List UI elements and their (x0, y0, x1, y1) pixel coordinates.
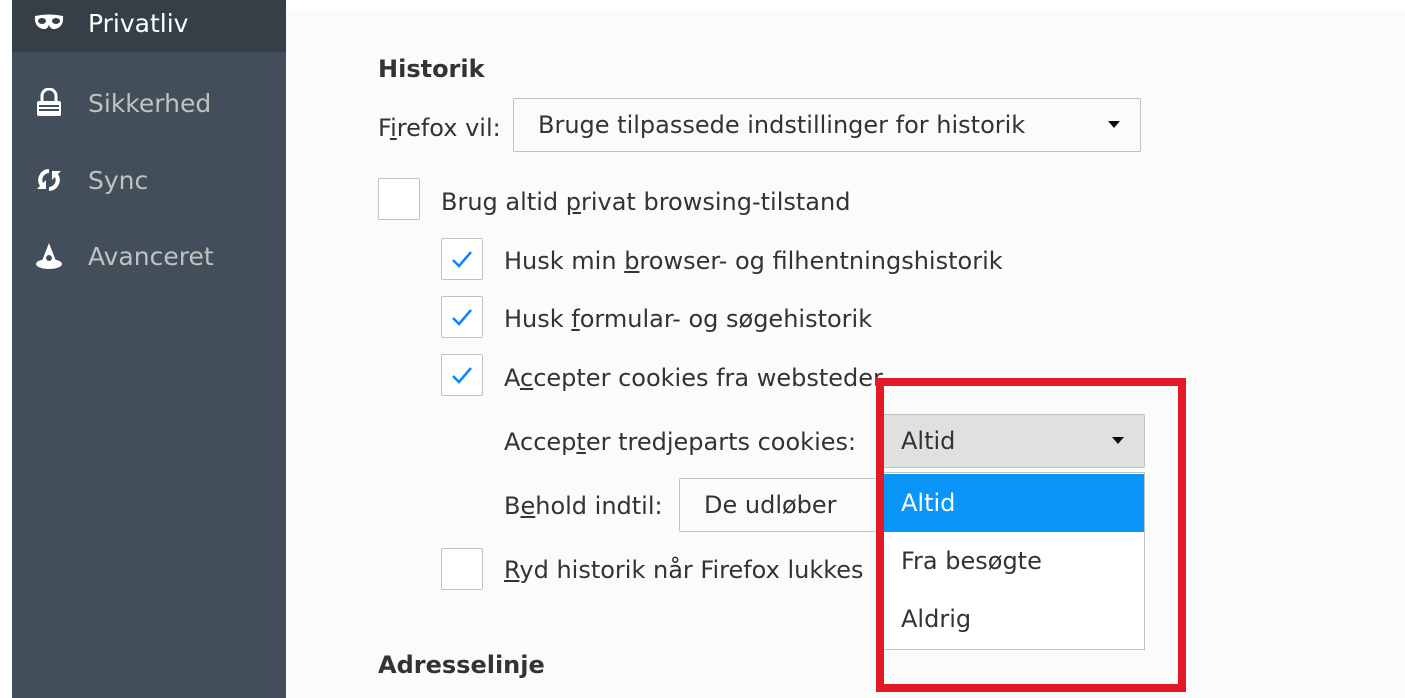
sidebar-item-label: Avanceret (88, 241, 214, 271)
sidebar-item-label: Privatliv (88, 8, 189, 38)
sidebar-item-privatliv[interactable]: Privatliv (12, 0, 286, 52)
browser-history-label: Husk min browser- og filhentningshistori… (504, 247, 1003, 275)
address-bar-heading: Adresselinje (378, 651, 545, 679)
third-party-cookies-select[interactable]: Altid (883, 414, 1145, 468)
clear-on-close-label: Ryd historik når Firefox lukkes (504, 556, 864, 584)
clear-on-close-checkbox[interactable] (441, 548, 483, 590)
keep-until-label: Behold indtil: (504, 492, 663, 520)
history-mode-select[interactable]: Bruge tilpassede indstillinger for histo… (513, 98, 1141, 152)
sidebar: Privatliv Sikkerhed Sync Avanceret (12, 0, 286, 698)
sidebar-item-sync[interactable]: Sync (12, 151, 286, 209)
wizard-hat-icon (32, 239, 66, 273)
dropdown-option-aldrig[interactable]: Aldrig (884, 590, 1144, 648)
third-party-cookies-label: Accepter tredjeparts cookies: (504, 428, 857, 456)
mask-icon (32, 6, 66, 40)
dropdown-option-altid[interactable]: Altid (884, 474, 1144, 532)
checkmark-icon (452, 251, 472, 268)
dropdown-option-fra-besogte[interactable]: Fra besøgte (884, 532, 1144, 590)
firefox-will-label: Firefox vil: (378, 114, 501, 142)
sidebar-item-label: Sikkerhed (88, 88, 212, 118)
private-browsing-label: Brug altid privat browsing-tilstand (441, 188, 851, 216)
third-party-cookies-dropdown: Altid Fra besøgte Aldrig (883, 472, 1145, 650)
keep-until-select[interactable]: De udløber (679, 478, 889, 532)
history-heading: Historik (378, 55, 485, 83)
checkmark-icon (452, 367, 472, 384)
form-history-label: Husk formular- og søgehistorik (504, 305, 873, 333)
form-history-checkbox[interactable] (441, 296, 483, 338)
lock-icon (32, 86, 66, 120)
private-browsing-checkbox[interactable] (378, 178, 420, 220)
browser-history-checkbox[interactable] (441, 238, 483, 280)
keep-until-value: De udløber (704, 491, 837, 519)
chevron-down-icon (1112, 437, 1124, 444)
accept-cookies-checkbox[interactable] (441, 354, 483, 396)
third-party-cookies-value: Altid (901, 427, 956, 455)
history-mode-value: Bruge tilpassede indstillinger for histo… (538, 111, 1026, 139)
sidebar-item-label: Sync (88, 165, 149, 195)
chevron-down-icon (1108, 121, 1120, 128)
sidebar-item-avanceret[interactable]: Avanceret (12, 227, 286, 285)
checkmark-icon (452, 309, 472, 326)
accept-cookies-label: Accepter cookies fra websteder (504, 364, 883, 392)
sidebar-item-sikkerhed[interactable]: Sikkerhed (12, 74, 286, 132)
sync-icon (32, 163, 66, 197)
